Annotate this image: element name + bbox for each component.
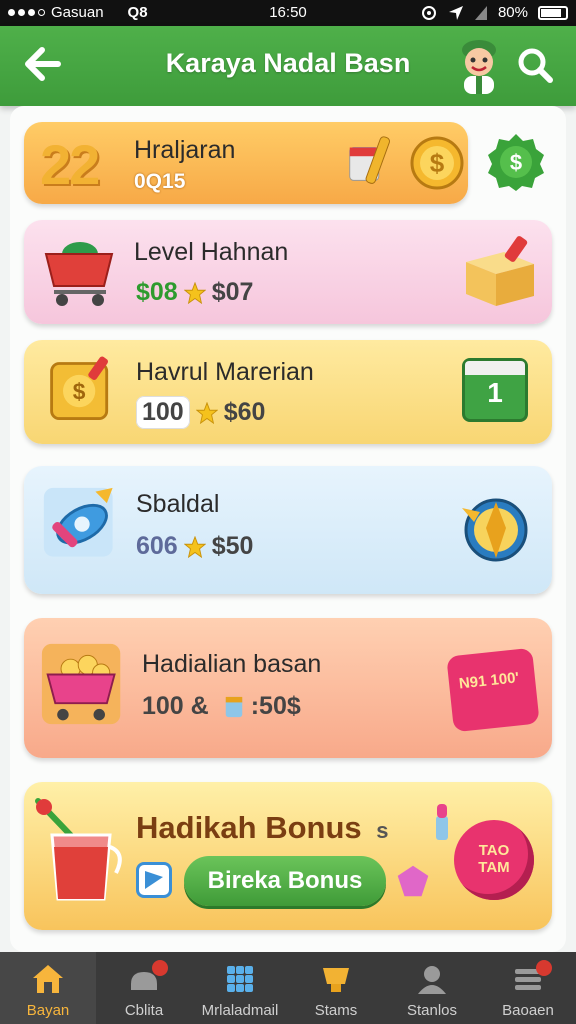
trophy-cup-icon: [349, 136, 390, 184]
green-coin-badge-icon[interactable]: $: [486, 132, 546, 192]
reward-card-1[interactable]: 22 Hraljaran 0Q15 $: [24, 122, 468, 204]
cup-icon: [225, 696, 242, 717]
stat-primary: 100 &: [142, 692, 209, 720]
stat-secondary: $50: [211, 532, 254, 560]
svg-text:$: $: [73, 379, 86, 405]
trophy-icon: [323, 968, 349, 992]
status-right: 80%: [420, 4, 568, 21]
fruit-badge-icon: TAO TAM: [454, 820, 534, 900]
location-icon: [421, 5, 436, 20]
nav-item-stats[interactable]: Stams: [288, 952, 384, 1024]
card-stat: 0Q15: [134, 170, 186, 193]
notification-dot: [536, 960, 552, 976]
calendar-day: 1: [487, 377, 503, 408]
gift-box-icon: [466, 236, 534, 306]
battery-percent: 80%: [497, 4, 528, 21]
claim-bonus-button[interactable]: Bireka Bonus: [184, 856, 386, 906]
reward-card-3[interactable]: $ Havrul Marerian 100 $60 1: [24, 340, 552, 444]
star-icon: [183, 535, 206, 558]
status-bar: Gasuan Q8 16:50 80%: [0, 0, 576, 26]
bonus-card: Hadikah Bonus s Bireka Bonus TAO TAM: [24, 782, 552, 930]
card-title: Sbaldal: [136, 490, 220, 518]
star-icon: [195, 401, 218, 424]
card-stats: 100 $60: [136, 396, 265, 429]
reward-card-4[interactable]: Sbaldal 606 $50: [24, 466, 552, 594]
home-icon: [33, 965, 63, 993]
price-tag-text: N91 100': [458, 669, 520, 693]
reward-card-2[interactable]: Level Hahnan $08 $07: [24, 220, 552, 324]
card-title: Level Hahnan: [134, 238, 289, 266]
stat-secondary: $07: [211, 278, 254, 306]
nav-item-games[interactable]: Cblita: [96, 952, 192, 1024]
nav-item-apps[interactable]: Mrlaladmail: [192, 952, 288, 1024]
pacifier-icon: [43, 487, 113, 557]
nav-item-home[interactable]: Bayan: [0, 952, 96, 1024]
nav-label: Baoaen: [502, 1002, 554, 1019]
stat-primary: 100: [136, 396, 190, 429]
stat-primary: 606: [136, 532, 178, 560]
lipstick-icon: [436, 804, 448, 840]
candy-gem-icon: [397, 865, 429, 897]
card-stats: $08 $07: [136, 278, 253, 307]
bottom-nav: Bayan Cblita Mrlaladmail Stams Stanlos B…: [0, 952, 576, 1024]
wifi-icon: [474, 5, 487, 20]
notification-dot: [152, 960, 168, 976]
flag-shape: [145, 871, 163, 889]
coin-cart-icon: [41, 643, 121, 725]
nav-label: Stams: [314, 1002, 358, 1019]
nav-label: Mrlaladmail: [201, 1002, 279, 1019]
reward-card-5[interactable]: Hadialian basan 100 & :50$ N91 100': [24, 618, 552, 758]
stat-secondary: :50$: [250, 692, 301, 720]
price-tag-icon: N91 100': [446, 647, 540, 733]
svg-text:$: $: [510, 150, 522, 175]
shopping-cart-icon: [44, 242, 114, 306]
stat-secondary: $60: [223, 398, 266, 426]
nav-item-menu[interactable]: Baoaen: [480, 952, 576, 1024]
mascot-avatar-icon[interactable]: [456, 36, 502, 96]
profile-icon: [418, 966, 446, 994]
bonus-title-suffix: s: [376, 818, 389, 843]
card-stats: 100 & :50$: [142, 692, 301, 721]
gold-coin-icon: $: [410, 136, 464, 190]
search-icon[interactable]: [516, 46, 554, 84]
gold-clock-icon: [462, 498, 528, 562]
svg-text:$: $: [430, 148, 445, 178]
flag-icon: [136, 862, 172, 898]
stat-primary: $08: [136, 278, 178, 306]
bonus-title-text: Hadikah Bonus: [136, 810, 362, 845]
card-stats: 606 $50: [136, 532, 253, 561]
fruit-badge-text: TAO TAM: [478, 842, 510, 876]
nav-label: Bayan: [26, 1002, 70, 1019]
nav-item-profile[interactable]: Stanlos: [384, 952, 480, 1024]
battery-icon: [538, 5, 568, 20]
card-title: Hadialian basan: [142, 650, 322, 678]
money-tile-icon: $: [50, 356, 109, 421]
star-icon: [183, 281, 206, 304]
grid-icon: [227, 966, 253, 992]
card-title: Havrul Marerian: [136, 358, 314, 386]
juice-glass-icon: [35, 798, 122, 901]
arrow-icon: [448, 5, 463, 20]
app-bar: Karaya Nadal Basn: [0, 26, 576, 106]
big-number: 22: [40, 133, 100, 196]
bonus-title: Hadikah Bonus s: [136, 810, 389, 846]
nav-label: Cblita: [124, 1002, 164, 1019]
calendar-icon: 1: [462, 358, 528, 422]
card-title: Hraljaran: [134, 136, 236, 164]
nav-label: Stanlos: [406, 1002, 458, 1019]
